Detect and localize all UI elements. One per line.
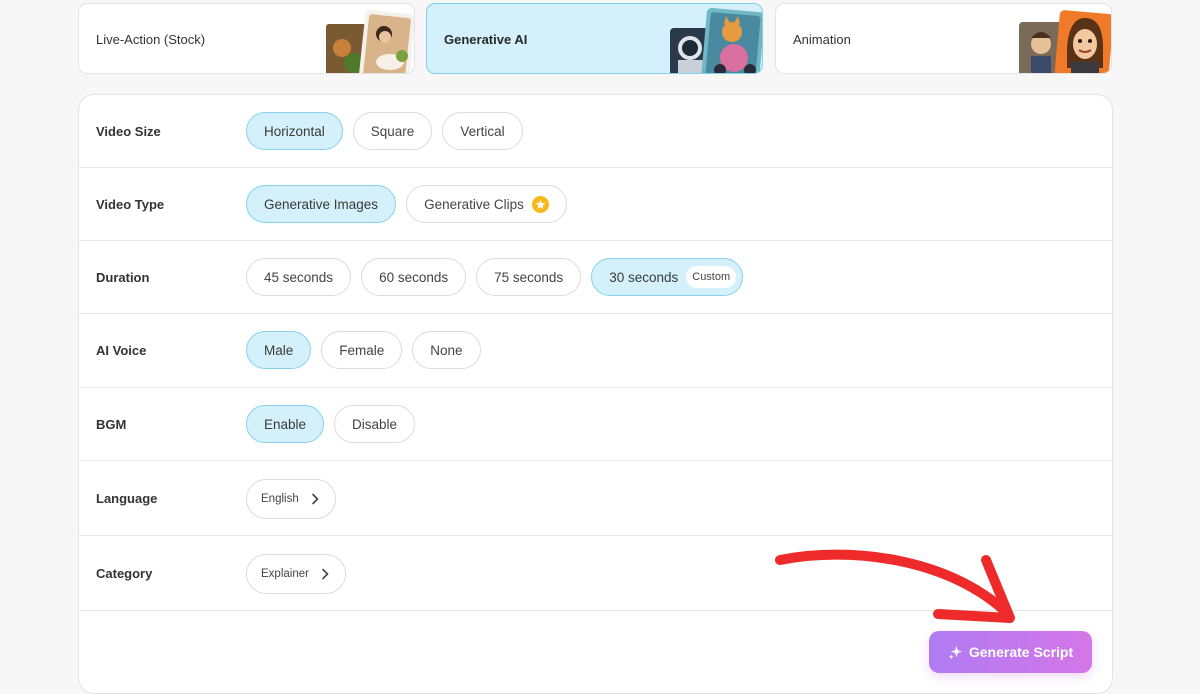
row-label: Category xyxy=(96,566,153,581)
duration-row: Duration 45 seconds 60 seconds 75 second… xyxy=(79,241,1112,314)
row-label: AI Voice xyxy=(96,343,147,358)
ai-voice-row: AI Voice Male Female None xyxy=(79,314,1112,388)
category-select[interactable]: Explainer xyxy=(246,554,346,594)
sparkle-icon xyxy=(948,645,962,659)
option-male[interactable]: Male xyxy=(246,331,312,369)
video-style-cards: Live-Action (Stock) Generative AI Animat… xyxy=(78,3,1113,76)
button-label: Generate Script xyxy=(968,644,1074,660)
option-horizontal[interactable]: Horizontal xyxy=(246,112,343,150)
language-value: English xyxy=(261,493,299,505)
video-settings-panel: Video Size Horizontal Square Vertical Vi… xyxy=(78,94,1113,694)
video-type-row: Video Type Generative Images Generative … xyxy=(79,168,1112,241)
star-icon xyxy=(531,195,549,213)
option-label: 30 seconds xyxy=(609,269,679,285)
food-photo-thumbnail xyxy=(326,10,414,73)
style-card-generative-ai[interactable]: Generative AI xyxy=(426,3,763,74)
ai-astronaut-cat-thumbnail xyxy=(670,8,762,73)
option-60-seconds[interactable]: 60 seconds xyxy=(361,258,467,296)
video-size-row: Video Size Horizontal Square Vertical xyxy=(79,95,1112,168)
row-label: Language xyxy=(96,491,158,506)
row-label: Duration xyxy=(96,270,150,285)
language-select[interactable]: English xyxy=(246,479,336,519)
category-value: Explainer xyxy=(261,568,309,580)
row-label: Video Type xyxy=(96,197,165,212)
option-female[interactable]: Female xyxy=(321,331,403,369)
language-row: Language English xyxy=(79,461,1112,536)
chevron-right-icon xyxy=(322,568,329,580)
style-card-animation[interactable]: Animation xyxy=(775,3,1112,74)
option-75-seconds[interactable]: 75 seconds xyxy=(476,258,582,296)
option-disable[interactable]: Disable xyxy=(334,405,416,443)
category-row: Category Explainer xyxy=(79,536,1112,611)
style-card-label: Generative AI xyxy=(444,32,528,47)
option-vertical[interactable]: Vertical xyxy=(442,112,523,150)
generate-script-button[interactable]: Generate Script xyxy=(929,631,1092,673)
style-card-label: Animation xyxy=(793,32,851,47)
option-enable[interactable]: Enable xyxy=(246,405,325,443)
chevron-right-icon xyxy=(311,493,319,505)
option-label: Generative Clips xyxy=(424,196,524,212)
style-card-label: Live-Action (Stock) xyxy=(96,32,206,47)
cartoon-characters-thumbnail xyxy=(1019,10,1111,73)
option-45-seconds[interactable]: 45 seconds xyxy=(246,258,352,296)
row-label: BGM xyxy=(96,417,127,432)
bgm-row: BGM Enable Disable xyxy=(79,388,1112,461)
custom-tag: Custom xyxy=(686,266,737,288)
style-card-live-action[interactable]: Live-Action (Stock) xyxy=(78,3,415,74)
option-generative-clips[interactable]: Generative Clips xyxy=(406,185,567,223)
row-label: Video Size xyxy=(96,124,161,139)
option-none[interactable]: None xyxy=(412,331,481,369)
option-square[interactable]: Square xyxy=(352,112,433,150)
option-custom-duration[interactable]: 30 seconds Custom xyxy=(591,258,744,296)
option-generative-images[interactable]: Generative Images xyxy=(246,185,397,223)
